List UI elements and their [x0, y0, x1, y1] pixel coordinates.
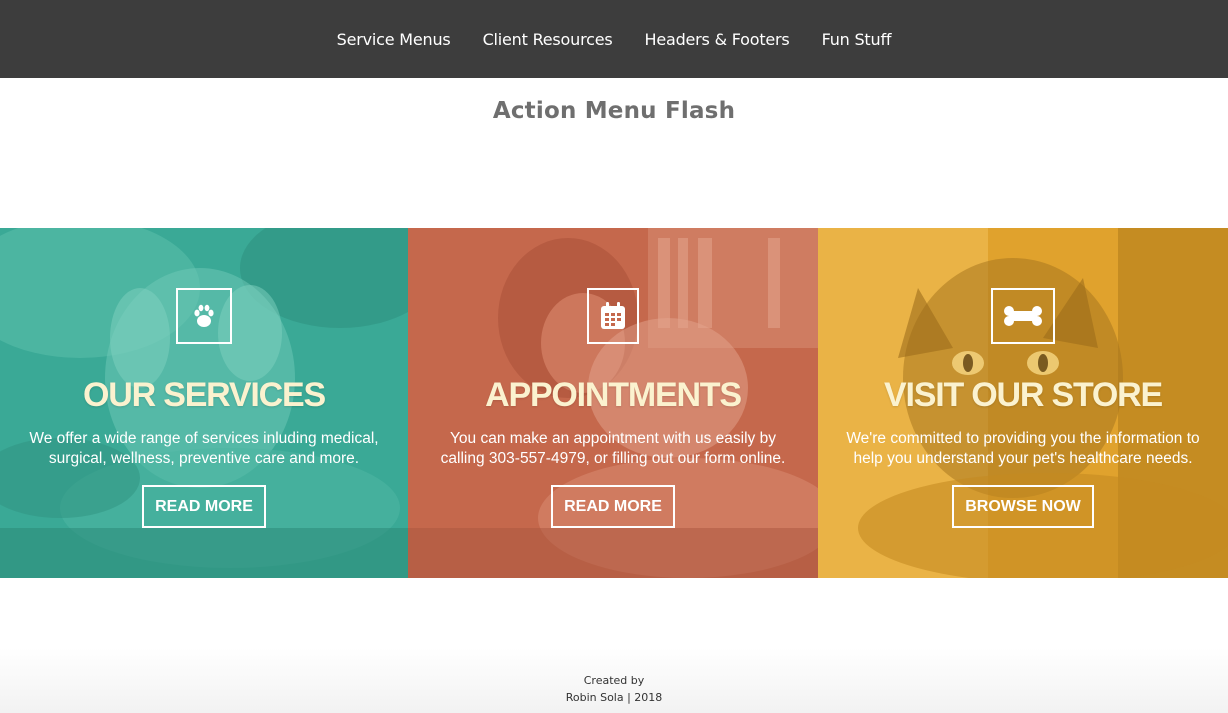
paw-icon — [176, 288, 232, 344]
services-description: We offer a wide range of services inludi… — [29, 430, 379, 467]
appointments-heading: APPOINTMENTS — [485, 376, 742, 414]
services-panel: OUR SERVICES We offer a wide range of se… — [0, 228, 408, 578]
store-panel: VISIT OUR STORE We're committed to provi… — [818, 228, 1228, 578]
appointments-description: You can make an appointment with us easi… — [440, 430, 786, 467]
footer: Created by Robin Sola | 2018 — [0, 648, 1228, 713]
nav-item-client-resources[interactable]: Client Resources — [483, 30, 613, 49]
page-title: Action Menu Flash — [492, 98, 736, 124]
footer-created-by: Created by — [583, 674, 645, 687]
services-content: OUR SERVICES We offer a wide range of se… — [0, 228, 408, 528]
top-navigation: Service Menus Client Resources Headers &… — [0, 0, 1228, 78]
nav-item-fun-stuff[interactable]: Fun Stuff — [822, 30, 892, 49]
services-read-more-button[interactable]: READ MORE — [142, 485, 266, 528]
store-content: VISIT OUR STORE We're committed to provi… — [818, 228, 1228, 528]
store-browse-now-button[interactable]: BROWSE NOW — [952, 485, 1094, 528]
calendar-icon — [587, 288, 639, 344]
bone-icon — [991, 288, 1055, 344]
appointments-panel: APPOINTMENTS You can make an appointment… — [408, 228, 818, 578]
appointments-content: APPOINTMENTS You can make an appointment… — [408, 228, 818, 528]
footer-credit: Robin Sola | 2018 — [565, 691, 663, 704]
store-heading: VISIT OUR STORE — [884, 376, 1163, 414]
store-description: We're committed to providing you the inf… — [846, 430, 1200, 467]
feature-panels: OUR SERVICES We offer a wide range of se… — [0, 228, 1228, 578]
nav-item-service-menus[interactable]: Service Menus — [337, 30, 451, 49]
appointments-read-more-button[interactable]: READ MORE — [551, 485, 675, 528]
services-heading: OUR SERVICES — [83, 376, 326, 414]
nav-item-headers-footers[interactable]: Headers & Footers — [644, 30, 789, 49]
